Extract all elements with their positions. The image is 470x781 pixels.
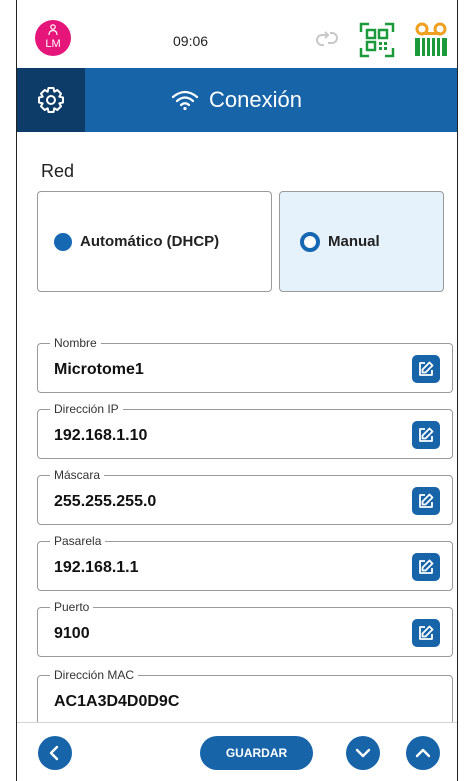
field-label: Dirección MAC <box>50 668 139 682</box>
chevron-down-icon <box>355 748 371 758</box>
clock: 09:06 <box>173 33 209 49</box>
title-group: Conexión <box>171 68 302 132</box>
field-label: Máscara <box>50 468 105 482</box>
edit-puerto-button[interactable] <box>412 619 440 647</box>
field-nombre: Nombre Microtome1 <box>37 336 453 393</box>
field-label: Puerto <box>50 600 94 614</box>
scroll-down-button[interactable] <box>346 736 380 770</box>
edit-icon <box>419 427 434 442</box>
field-value: 255.255.255.0 <box>54 493 157 510</box>
avatar-initials: LM <box>45 38 61 50</box>
network-section-label: Red <box>41 161 75 181</box>
back-icon <box>49 745 59 761</box>
settings-button[interactable] <box>17 68 85 132</box>
field-value: AC1A3D4D0D9C <box>54 693 180 710</box>
field-label: Pasarela <box>50 534 106 548</box>
field-mascara: Máscara 255.255.255.0 <box>37 468 453 525</box>
bottom-bar: GUARDAR <box>17 722 457 781</box>
person-icon <box>48 24 58 36</box>
field-value: 9100 <box>54 625 90 642</box>
option-manual-label: Manual <box>328 233 380 250</box>
edit-mascara-button[interactable] <box>412 487 440 515</box>
wifi-icon <box>171 90 199 111</box>
edit-icon <box>419 361 434 376</box>
save-button[interactable]: GUARDAR <box>200 736 313 770</box>
app-screen: LM 09:06 Conexión Red Automático (DHCP) … <box>16 0 458 781</box>
field-direccion-ip: Dirección IP 192.168.1.10 <box>37 402 453 459</box>
option-dhcp-label: Automático (DHCP) <box>80 233 220 250</box>
option-dhcp[interactable]: Automático (DHCP) <box>37 191 272 292</box>
edit-nombre-button[interactable] <box>412 355 440 383</box>
back-button[interactable] <box>38 736 72 770</box>
field-value: 192.168.1.10 <box>54 427 148 444</box>
radio-dhcp-indicator <box>54 232 72 251</box>
edit-icon <box>419 625 434 640</box>
edit-icon <box>419 559 434 574</box>
field-value: 192.168.1.1 <box>54 559 139 576</box>
option-manual[interactable]: Manual <box>279 191 444 292</box>
field-puerto: Puerto 9100 <box>37 600 453 657</box>
scroll-up-button[interactable] <box>406 736 440 770</box>
field-label: Nombre <box>50 336 101 350</box>
qr-icon[interactable] <box>359 22 395 58</box>
title-bar: Conexión <box>17 68 457 132</box>
field-value: Microtome1 <box>54 361 144 378</box>
status-bar: LM 09:06 <box>17 0 457 68</box>
tape-icon[interactable] <box>413 22 449 58</box>
gear-icon <box>38 87 64 113</box>
field-direccion-mac: Dirección MAC AC1A3D4D0D9C <box>37 668 453 725</box>
edit-icon <box>419 493 434 508</box>
edit-pasarela-button[interactable] <box>412 553 440 581</box>
edit-direccion-ip-button[interactable] <box>412 421 440 449</box>
radio-manual-indicator <box>300 231 320 252</box>
chevron-up-icon <box>415 748 431 758</box>
avatar[interactable]: LM <box>35 20 71 56</box>
field-label: Dirección IP <box>50 402 123 416</box>
field-pasarela: Pasarela 192.168.1.1 <box>37 534 453 591</box>
page-title: Conexión <box>209 87 302 112</box>
sync-icon <box>316 31 338 46</box>
